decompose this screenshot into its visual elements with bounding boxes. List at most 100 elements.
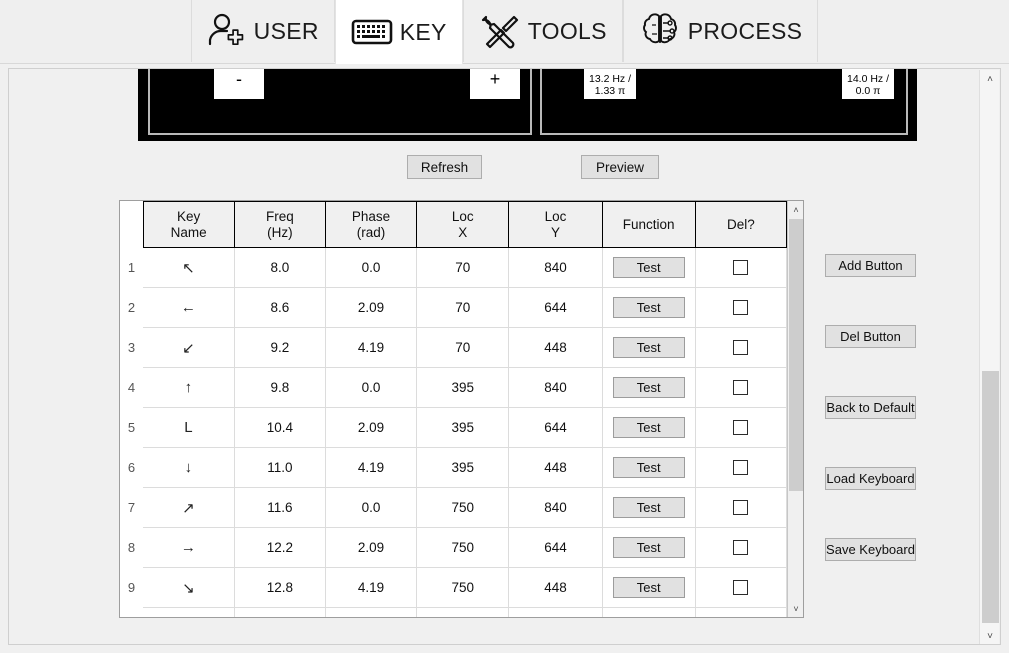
tab-key[interactable]: KEY: [334, 0, 463, 64]
cell-freq[interactable]: 8.6: [234, 287, 326, 328]
cell-loc-y[interactable]: 840: [508, 487, 603, 528]
cell-empty[interactable]: [234, 607, 326, 617]
cell-key-name[interactable]: ↑: [143, 367, 235, 408]
cell-key-name[interactable]: ←: [143, 287, 235, 328]
cell-loc-y[interactable]: 448: [508, 567, 603, 608]
cell-loc-x[interactable]: 750: [416, 487, 510, 528]
cell-key-name[interactable]: L: [143, 407, 235, 448]
table-row[interactable]: 6 ↓ 11.0 4.19 395 448 Test: [120, 447, 787, 488]
cell-loc-x[interactable]: 395: [416, 367, 510, 408]
cell-loc-x[interactable]: 750: [416, 527, 510, 568]
cell-freq[interactable]: 10.4: [234, 407, 326, 448]
save-keyboard-button[interactable]: Save Keyboard: [825, 538, 916, 561]
cell-phase[interactable]: 0.0: [325, 487, 418, 528]
cell-phase[interactable]: 4.19: [325, 567, 418, 608]
test-button[interactable]: Test: [612, 457, 685, 478]
tab-user[interactable]: USER: [190, 0, 335, 62]
cell-freq[interactable]: 11.6: [234, 487, 326, 528]
table-scroll-up-arrow-icon[interactable]: ˄: [788, 201, 804, 218]
table-row[interactable]: 7 ↗ 11.6 0.0 750 840 Test: [120, 487, 787, 528]
cell-loc-y[interactable]: 448: [508, 447, 603, 488]
page-scroll-down-arrow-icon[interactable]: ˅: [980, 627, 1000, 644]
cell-empty[interactable]: [508, 607, 603, 617]
column-header-del[interactable]: Del?: [694, 201, 787, 248]
cell-loc-y[interactable]: 840: [508, 367, 603, 408]
cell-key-name[interactable]: ↗: [143, 487, 235, 528]
delete-checkbox[interactable]: [733, 340, 749, 356]
page-vertical-scrollbar[interactable]: ˄ ˅: [979, 70, 1000, 644]
column-header-phase[interactable]: Phase (rad): [324, 201, 418, 248]
test-button[interactable]: Test: [612, 337, 685, 358]
table-row[interactable]: 5 L 10.4 2.09 395 644 Test: [120, 407, 787, 448]
delete-checkbox[interactable]: [733, 540, 749, 556]
cell-loc-x[interactable]: 70: [416, 327, 510, 368]
cell-loc-x[interactable]: 70: [416, 247, 510, 288]
column-header-key-name[interactable]: Key Name: [142, 201, 235, 248]
cell-freq[interactable]: 11.0: [234, 447, 326, 488]
cell-empty[interactable]: [325, 607, 418, 617]
preview-button[interactable]: Preview: [581, 155, 659, 179]
preview-key-plus[interactable]: +: [470, 69, 520, 99]
back-to-default-button[interactable]: Back to Default: [825, 396, 916, 419]
tab-process[interactable]: PROCESS: [622, 0, 819, 62]
test-button[interactable]: Test: [612, 297, 685, 318]
table-row[interactable]: [120, 607, 787, 617]
cell-loc-x[interactable]: 395: [416, 407, 510, 448]
load-keyboard-button[interactable]: Load Keyboard: [825, 467, 916, 490]
cell-phase[interactable]: 2.09: [325, 407, 418, 448]
cell-loc-x[interactable]: 395: [416, 447, 510, 488]
cell-phase[interactable]: 4.19: [325, 447, 418, 488]
column-header-freq[interactable]: Freq (Hz): [233, 201, 326, 248]
column-header-loc-y[interactable]: Loc Y: [508, 201, 603, 248]
table-row[interactable]: 8 → 12.2 2.09 750 644 Test: [120, 527, 787, 568]
cell-key-name[interactable]: →: [143, 527, 235, 568]
table-row[interactable]: 1 ↖ 8.0 0.0 70 840 Test: [120, 247, 787, 288]
preview-key-140hz[interactable]: 14.0 Hz / 0.0 π: [842, 69, 894, 99]
test-button[interactable]: Test: [612, 377, 685, 398]
table-row[interactable]: 2 ← 8.6 2.09 70 644 Test: [120, 287, 787, 328]
cell-empty[interactable]: [143, 607, 235, 617]
cell-freq[interactable]: 12.8: [234, 567, 326, 608]
cell-empty[interactable]: [602, 607, 696, 617]
cell-loc-y[interactable]: 644: [508, 527, 603, 568]
cell-phase[interactable]: 2.09: [325, 527, 418, 568]
column-header-loc-x[interactable]: Loc X: [416, 201, 510, 248]
delete-checkbox[interactable]: [733, 300, 749, 316]
tab-tools[interactable]: TOOLS: [462, 0, 623, 62]
delete-checkbox[interactable]: [733, 500, 749, 516]
column-header-function[interactable]: Function: [601, 201, 696, 248]
test-button[interactable]: Test: [612, 497, 685, 518]
cell-phase[interactable]: 0.0: [325, 367, 418, 408]
del-button[interactable]: Del Button: [825, 325, 916, 348]
cell-key-name[interactable]: ↙: [143, 327, 235, 368]
cell-empty[interactable]: [416, 607, 510, 617]
preview-key-132hz[interactable]: 13.2 Hz / 1.33 π: [584, 69, 636, 99]
test-button[interactable]: Test: [612, 257, 685, 278]
cell-key-name[interactable]: ↘: [143, 567, 235, 608]
cell-loc-y[interactable]: 644: [508, 287, 603, 328]
table-row[interactable]: 4 ↑ 9.8 0.0 395 840 Test: [120, 367, 787, 408]
refresh-button[interactable]: Refresh: [407, 155, 482, 179]
cell-loc-x[interactable]: 70: [416, 287, 510, 328]
cell-freq[interactable]: 9.8: [234, 367, 326, 408]
cell-phase[interactable]: 0.0: [325, 247, 418, 288]
cell-loc-y[interactable]: 644: [508, 407, 603, 448]
table-row[interactable]: 9 ↘ 12.8 4.19 750 448 Test: [120, 567, 787, 608]
cell-empty[interactable]: [695, 607, 787, 617]
preview-key-minus[interactable]: -: [214, 69, 264, 99]
cell-freq[interactable]: 8.0: [234, 247, 326, 288]
cell-key-name[interactable]: ↓: [143, 447, 235, 488]
delete-checkbox[interactable]: [733, 420, 749, 436]
delete-checkbox[interactable]: [733, 580, 749, 596]
cell-freq[interactable]: 9.2: [234, 327, 326, 368]
cell-loc-x[interactable]: 750: [416, 567, 510, 608]
page-scroll-thumb[interactable]: [982, 371, 999, 623]
table-vertical-scrollbar[interactable]: ˄ ˅: [787, 201, 803, 617]
delete-checkbox[interactable]: [733, 260, 749, 276]
cell-loc-y[interactable]: 448: [508, 327, 603, 368]
table-row[interactable]: 3 ↙ 9.2 4.19 70 448 Test: [120, 327, 787, 368]
cell-freq[interactable]: 12.2: [234, 527, 326, 568]
cell-phase[interactable]: 4.19: [325, 327, 418, 368]
table-scroll-down-arrow-icon[interactable]: ˅: [788, 600, 804, 617]
table-scroll-thumb[interactable]: [789, 219, 803, 491]
